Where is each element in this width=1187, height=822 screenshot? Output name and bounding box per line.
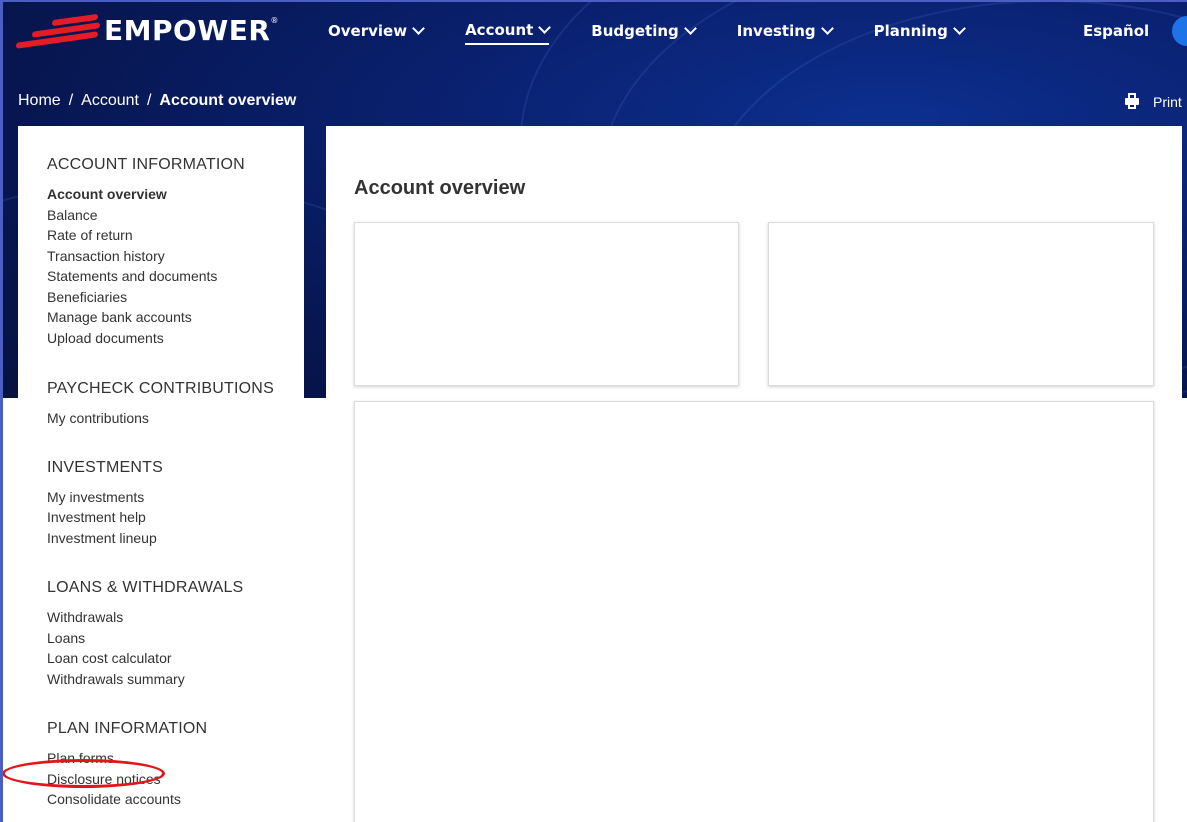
top-navigation-bar: EMPOWER® Overview Account Budgeting Inve… bbox=[0, 0, 1187, 68]
sidebar-section-account-information: ACCOUNT INFORMATION Account overview Bal… bbox=[47, 156, 304, 348]
sidebar-item-loan-cost-calculator[interactable]: Loan cost calculator bbox=[47, 648, 304, 669]
sidebar-item-transaction-history[interactable]: Transaction history bbox=[47, 246, 304, 267]
nav-account[interactable]: Account bbox=[465, 21, 552, 45]
printer-icon bbox=[1125, 93, 1139, 109]
sidebar-heading: PAYCHECK CONTRIBUTIONS bbox=[47, 380, 274, 397]
nav-label: Planning bbox=[873, 22, 948, 40]
content-card-main bbox=[354, 401, 1154, 822]
chevron-down-icon bbox=[683, 22, 697, 35]
account-sidebar: ACCOUNT INFORMATION Account overview Bal… bbox=[18, 126, 304, 822]
sidebar-item-loans[interactable]: Loans bbox=[47, 628, 304, 649]
content-card-right bbox=[768, 222, 1154, 386]
print-button[interactable]: Print bbox=[1125, 93, 1182, 110]
chevron-down-icon bbox=[820, 22, 834, 35]
main-content-panel: Account overview bbox=[326, 126, 1182, 822]
print-label: Print bbox=[1153, 94, 1182, 110]
sidebar-item-balance[interactable]: Balance bbox=[47, 205, 304, 226]
content-card-left bbox=[354, 222, 739, 386]
sidebar-item-investment-lineup[interactable]: Investment lineup bbox=[47, 528, 304, 549]
sidebar-heading: LOANS & WITHDRAWALS bbox=[47, 579, 244, 596]
nav-budgeting[interactable]: Budgeting bbox=[591, 21, 697, 45]
user-avatar[interactable] bbox=[1172, 16, 1187, 46]
sidebar-item-account-overview[interactable]: Account overview bbox=[47, 184, 304, 205]
sidebar-item-disclosure-notices[interactable]: Disclosure notices bbox=[47, 769, 304, 790]
nav-planning[interactable]: Planning bbox=[873, 21, 966, 45]
chevron-down-icon bbox=[412, 22, 425, 35]
sidebar-section-investments: INVESTMENTS My investments Investment he… bbox=[47, 459, 304, 549]
sidebar-heading: INVESTMENTS bbox=[47, 458, 163, 476]
empower-logo-text: EMPOWER® bbox=[104, 14, 279, 47]
sidebar-item-withdrawals[interactable]: Withdrawals bbox=[47, 607, 304, 628]
chevron-down-icon bbox=[952, 22, 966, 35]
breadcrumb-home[interactable]: Home bbox=[18, 92, 61, 110]
sidebar-section-paycheck-contributions: PAYCHECK CONTRIBUTIONS My contributions bbox=[47, 380, 304, 429]
breadcrumb-separator: / bbox=[68, 92, 74, 109]
sidebar-section-loans-withdrawals: LOANS & WITHDRAWALS Withdrawals Loans Lo… bbox=[47, 579, 304, 689]
sidebar-item-withdrawals-summary[interactable]: Withdrawals summary bbox=[47, 669, 304, 690]
sidebar-item-beneficiaries[interactable]: Beneficiaries bbox=[47, 287, 304, 308]
nav-overview[interactable]: Overview bbox=[328, 21, 425, 45]
empower-logo-mark-icon bbox=[14, 13, 102, 49]
nav-investing[interactable]: Investing bbox=[736, 21, 834, 45]
nav-label: Account bbox=[465, 21, 534, 39]
sidebar-item-plan-forms[interactable]: Plan forms bbox=[47, 748, 304, 769]
sidebar-item-consolidate-accounts[interactable]: Consolidate accounts bbox=[47, 789, 304, 810]
sidebar-heading: PLAN INFORMATION bbox=[47, 720, 208, 737]
sidebar-item-rate-of-return[interactable]: Rate of return bbox=[47, 225, 304, 246]
nav-label: Investing bbox=[736, 22, 816, 40]
sidebar-item-upload-documents[interactable]: Upload documents bbox=[47, 328, 304, 349]
page-title: Account overview bbox=[354, 177, 526, 199]
sidebar-item-investment-help[interactable]: Investment help bbox=[47, 507, 304, 528]
nav-label: Budgeting bbox=[591, 22, 679, 40]
sidebar-item-my-contributions[interactable]: My contributions bbox=[47, 408, 304, 429]
breadcrumb-separator: / bbox=[146, 92, 152, 109]
nav-label: Overview bbox=[328, 22, 408, 40]
sidebar-heading: ACCOUNT INFORMATION bbox=[47, 156, 245, 173]
sidebar-item-my-investments[interactable]: My investments bbox=[47, 487, 304, 508]
breadcrumb-account[interactable]: Account bbox=[81, 92, 139, 110]
chevron-down-icon bbox=[538, 21, 552, 34]
breadcrumb-current: Account overview bbox=[159, 92, 297, 109]
breadcrumb: Home / Account / Account overview bbox=[18, 92, 296, 110]
empower-logo[interactable]: EMPOWER® bbox=[14, 13, 279, 49]
sidebar-item-statements-and-documents[interactable]: Statements and documents bbox=[47, 266, 304, 287]
language-toggle[interactable]: Español bbox=[1083, 22, 1149, 40]
main-nav: Overview Account Budgeting Investing Pla… bbox=[328, 21, 1006, 45]
sidebar-item-manage-bank-accounts[interactable]: Manage bank accounts bbox=[47, 307, 304, 328]
sidebar-section-plan-information: PLAN INFORMATION Plan forms Disclosure n… bbox=[47, 720, 304, 810]
